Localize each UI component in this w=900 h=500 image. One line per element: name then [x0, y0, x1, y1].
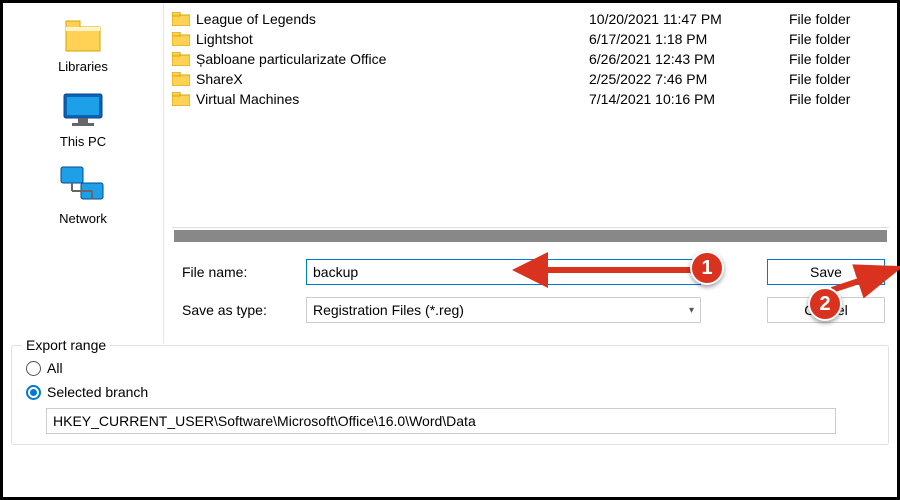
filename-label: File name:	[176, 264, 306, 280]
nav-libraries[interactable]: Libraries	[3, 11, 163, 84]
file-name: Virtual Machines	[196, 91, 589, 107]
file-date: 6/26/2021 12:43 PM	[589, 51, 789, 67]
file-date: 2/25/2022 7:46 PM	[589, 71, 789, 87]
top-panel: Libraries This PC Net	[3, 3, 897, 343]
folder-icon	[172, 32, 190, 46]
nav-thispc[interactable]: This PC	[3, 84, 163, 159]
libraries-icon	[62, 17, 104, 55]
nav-thispc-label: This PC	[60, 134, 106, 149]
file-date: 6/17/2021 1:18 PM	[589, 31, 789, 47]
file-row[interactable]: Lightshot 6/17/2021 1:18 PM File folder	[172, 29, 889, 49]
file-row[interactable]: ShareX 2/25/2022 7:46 PM File folder	[172, 69, 889, 89]
file-name: Lightshot	[196, 31, 589, 47]
filename-input[interactable]: backup ▾	[306, 259, 701, 285]
branch-path-input[interactable]	[46, 408, 836, 434]
nav-network[interactable]: Network	[3, 159, 163, 236]
filetype-value: Registration Files (*.reg)	[313, 302, 464, 318]
nav-network-label: Network	[59, 211, 107, 226]
file-type: File folder	[789, 11, 889, 27]
radio-selected-label: Selected branch	[47, 384, 148, 400]
file-name: ShareX	[196, 71, 589, 87]
thispc-icon	[60, 90, 106, 130]
dialog-buttons: Save Cancel	[767, 259, 885, 323]
file-date: 10/20/2021 11:47 PM	[589, 11, 789, 27]
folder-icon	[172, 12, 190, 26]
save-dialog: Libraries This PC Net	[3, 3, 897, 497]
radio-all-button[interactable]	[26, 361, 41, 376]
radio-selected-button[interactable]	[26, 385, 41, 400]
file-row[interactable]: Șabloane particularizate Office 6/26/202…	[172, 49, 889, 69]
file-list[interactable]: League of Legends 10/20/2021 11:47 PM Fi…	[164, 3, 897, 221]
file-type: File folder	[789, 71, 889, 87]
nav-pane: Libraries This PC Net	[3, 3, 163, 343]
filetype-select[interactable]: Registration Files (*.reg) ▾	[306, 297, 701, 323]
file-name: League of Legends	[196, 11, 589, 27]
export-range-group: Export range All Selected branch	[11, 345, 889, 445]
cancel-button[interactable]: Cancel	[767, 297, 885, 323]
file-type: File folder	[789, 51, 889, 67]
filename-value: backup	[313, 264, 358, 280]
file-date: 7/14/2021 10:16 PM	[589, 91, 789, 107]
horizontal-scrollbar[interactable]	[172, 227, 889, 243]
form-area: File name: backup ▾ Save as type: Regist…	[164, 251, 897, 343]
folder-icon	[172, 92, 190, 106]
file-name: Șabloane particularizate Office	[196, 51, 589, 67]
chevron-down-icon[interactable]: ▾	[689, 267, 694, 278]
file-type: File folder	[789, 91, 889, 107]
radio-selected[interactable]: Selected branch	[26, 384, 878, 400]
chevron-down-icon[interactable]: ▾	[689, 305, 694, 316]
export-range-legend: Export range	[22, 337, 110, 353]
file-row[interactable]: League of Legends 10/20/2021 11:47 PM Fi…	[172, 9, 889, 29]
save-button[interactable]: Save	[767, 259, 885, 285]
folder-icon	[172, 72, 190, 86]
file-row[interactable]: Virtual Machines 7/14/2021 10:16 PM File…	[172, 89, 889, 109]
radio-all[interactable]: All	[26, 360, 878, 376]
file-type: File folder	[789, 31, 889, 47]
radio-all-label: All	[47, 360, 63, 376]
network-icon	[59, 165, 107, 207]
folder-icon	[172, 52, 190, 66]
filetype-label: Save as type:	[176, 302, 306, 318]
file-area: League of Legends 10/20/2021 11:47 PM Fi…	[163, 3, 897, 343]
nav-libraries-label: Libraries	[58, 59, 108, 74]
